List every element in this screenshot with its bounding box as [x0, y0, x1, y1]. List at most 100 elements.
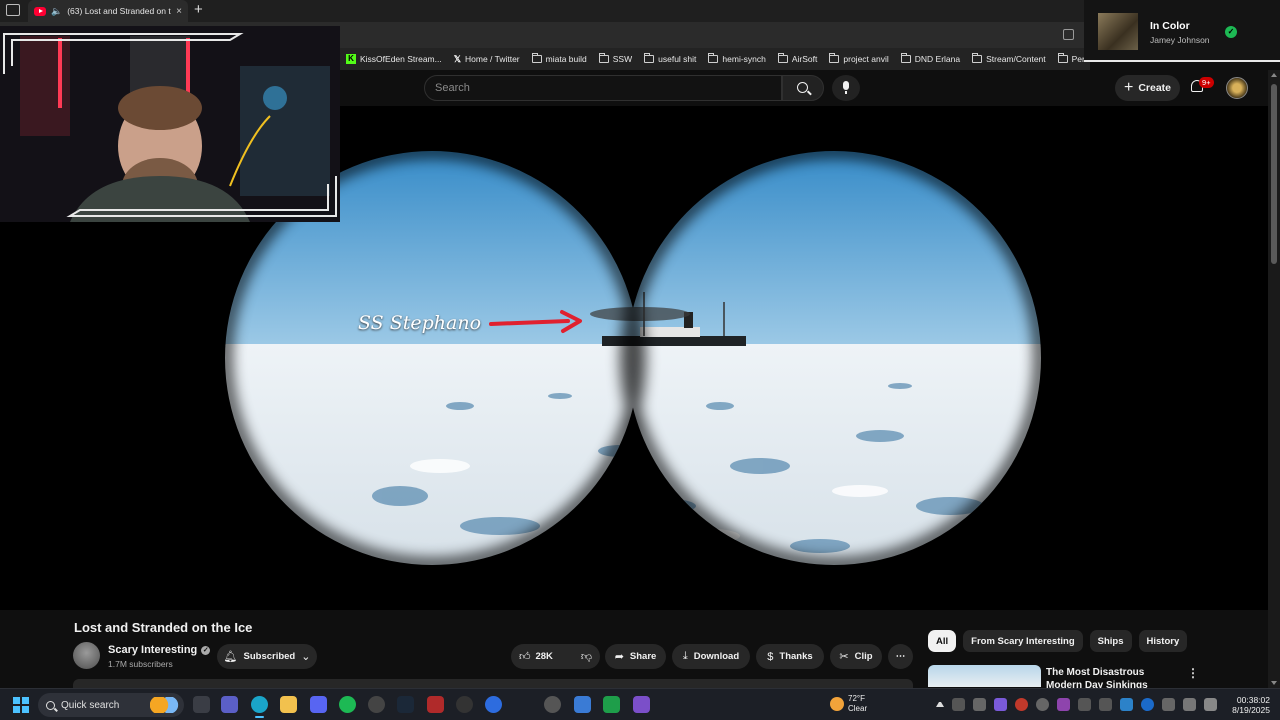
- folder-icon: [531, 53, 542, 63]
- steam-icon[interactable]: [397, 696, 414, 713]
- download-button[interactable]: ⤓ Download: [672, 644, 750, 669]
- search-button[interactable]: [782, 75, 824, 101]
- create-button[interactable]: + Create: [1115, 75, 1180, 101]
- bookmark-folder[interactable]: SSW: [598, 53, 632, 64]
- now-playing-widget[interactable]: In Color Jamey Johnson ✓: [1084, 0, 1280, 62]
- app-icon[interactable]: [427, 696, 444, 713]
- task-view-icon[interactable]: [193, 696, 210, 713]
- download-icon: ⤓: [682, 650, 688, 662]
- verified-icon: ✓: [201, 645, 211, 655]
- teams-icon[interactable]: [221, 696, 238, 713]
- bookmark-folder[interactable]: project anvil: [829, 53, 889, 64]
- bluetooth-icon[interactable]: [1141, 698, 1154, 711]
- share-button[interactable]: ➦ Share: [605, 644, 666, 669]
- share-icon: ➦: [614, 651, 624, 663]
- bookmark-kissofeden[interactable]: K KissOfEden Stream...: [346, 54, 442, 64]
- scrollbar-thumb[interactable]: [1271, 84, 1277, 264]
- discord-icon[interactable]: [310, 696, 327, 713]
- taskbar-search[interactable]: Quick search: [38, 693, 184, 717]
- app-icon[interactable]: [485, 696, 502, 713]
- new-tab-button[interactable]: +: [194, 1, 203, 18]
- account-avatar[interactable]: [1226, 77, 1248, 99]
- tray-icon[interactable]: [1078, 698, 1091, 711]
- chart-app-icon[interactable]: [603, 696, 620, 713]
- clip-button[interactable]: ✂ Clip: [830, 644, 882, 669]
- tab-youtube[interactable]: 🔈 (63) Lost and Stranded on th ×: [28, 0, 188, 22]
- dislike-button[interactable]: 👎︎: [573, 650, 600, 663]
- scroll-down-icon[interactable]: [1271, 681, 1277, 685]
- notepad-icon[interactable]: [574, 696, 591, 713]
- chevron-up-icon[interactable]: [936, 702, 944, 707]
- chip-ships[interactable]: Ships: [1089, 630, 1132, 652]
- microphone-icon[interactable]: [1162, 698, 1175, 711]
- create-label: Create: [1138, 82, 1172, 94]
- tray-icon[interactable]: [1120, 698, 1133, 711]
- bookmark-folder[interactable]: DND Erlana: [900, 53, 960, 64]
- tray-icon[interactable]: [952, 698, 965, 711]
- bookmark-folder[interactable]: useful shit: [644, 53, 697, 64]
- network-icon[interactable]: [1183, 698, 1196, 711]
- weather-temp: 72°F: [848, 694, 865, 703]
- app-icon[interactable]: [456, 696, 473, 713]
- webcam-overlay: [0, 26, 340, 222]
- bookmark-folder[interactable]: Stream/Content: [972, 53, 1046, 64]
- bookmark-twitter[interactable]: 𝕏 Home / Twitter: [454, 54, 520, 65]
- tray-icon[interactable]: [1099, 698, 1112, 711]
- chevron-right-icon[interactable]: ›: [1174, 634, 1179, 650]
- speaker-icon[interactable]: 🔈: [51, 6, 62, 17]
- now-playing-title: In Color: [1150, 20, 1190, 32]
- kebab-menu-icon[interactable]: ⋮: [1187, 666, 1199, 680]
- tab-title: (63) Lost and Stranded on th: [67, 6, 172, 16]
- bookmark-label: project anvil: [843, 54, 889, 64]
- tab-actions-icon[interactable]: [6, 4, 20, 16]
- app-icon[interactable]: [544, 696, 561, 713]
- spotify-icon[interactable]: [339, 696, 356, 713]
- like-button[interactable]: 👍︎ 28K: [511, 650, 561, 663]
- subscriber-count: 1.7M subscribers: [108, 659, 173, 669]
- now-playing-artist: Jamey Johnson: [1150, 35, 1210, 45]
- bookmark-label: useful shit: [658, 54, 697, 64]
- recommendation-thumbnail[interactable]: [928, 665, 1041, 687]
- tray-icon[interactable]: [994, 698, 1007, 711]
- bookmarks-bar: K KissOfEden Stream... 𝕏 Home / Twitter mi…: [340, 48, 1090, 70]
- file-explorer-icon[interactable]: [280, 696, 297, 713]
- tray-icon[interactable]: [973, 698, 986, 711]
- channel-name[interactable]: Scary Interesting ✓: [108, 644, 211, 656]
- notifications-badge: 9+: [1199, 77, 1214, 88]
- weather-widget[interactable]: 72°F Clear: [830, 694, 867, 714]
- tray-icon[interactable]: [1057, 698, 1070, 711]
- system-clock[interactable]: 00:38:02 8/19/2025: [1232, 695, 1270, 715]
- edge-icon[interactable]: [251, 696, 268, 718]
- scroll-up-icon[interactable]: [1271, 73, 1277, 77]
- webcam-frame: [0, 26, 340, 222]
- chip-all[interactable]: All: [928, 630, 957, 652]
- voice-search-button[interactable]: [832, 75, 860, 101]
- app-icon[interactable]: [633, 696, 650, 713]
- chip-from-channel[interactable]: From Scary Interesting: [963, 630, 1083, 652]
- chip-history[interactable]: History: [1138, 630, 1188, 652]
- thanks-button[interactable]: $ Thanks: [756, 644, 824, 669]
- bookmark-label: Home / Twitter: [465, 54, 520, 64]
- description-box[interactable]: [73, 679, 913, 688]
- bookmark-folder[interactable]: AirSoft: [777, 53, 817, 64]
- page-scrollbar[interactable]: [1268, 70, 1280, 688]
- tray-icon[interactable]: [1015, 698, 1028, 711]
- video-title: Lost and Stranded on the Ice: [74, 620, 253, 635]
- tab-close-icon[interactable]: ×: [176, 6, 182, 17]
- extensions-icon[interactable]: [1063, 29, 1074, 40]
- more-actions-button[interactable]: ⋯: [888, 644, 913, 669]
- subscribed-button[interactable]: 🔔︎ Subscribed ⌄: [217, 644, 317, 669]
- volume-icon[interactable]: [1204, 698, 1217, 711]
- microphone-icon: [843, 81, 849, 94]
- subscribed-label: Subscribed: [243, 651, 296, 662]
- bookmark-folder[interactable]: miata build: [531, 53, 587, 64]
- windows-start-icon[interactable]: [13, 697, 29, 713]
- channel-avatar[interactable]: [73, 642, 100, 669]
- check-icon: ✓: [1225, 26, 1237, 38]
- clock-time: 00:38:02: [1236, 695, 1270, 705]
- obs-icon[interactable]: [368, 696, 385, 713]
- search-input[interactable]: Search: [424, 75, 782, 101]
- bookmark-folder[interactable]: hemi-synch: [708, 53, 766, 64]
- tray-icon[interactable]: [1036, 698, 1049, 711]
- recommendation-title[interactable]: The Most Disastrous Modern Day Sinkings: [1046, 666, 1176, 688]
